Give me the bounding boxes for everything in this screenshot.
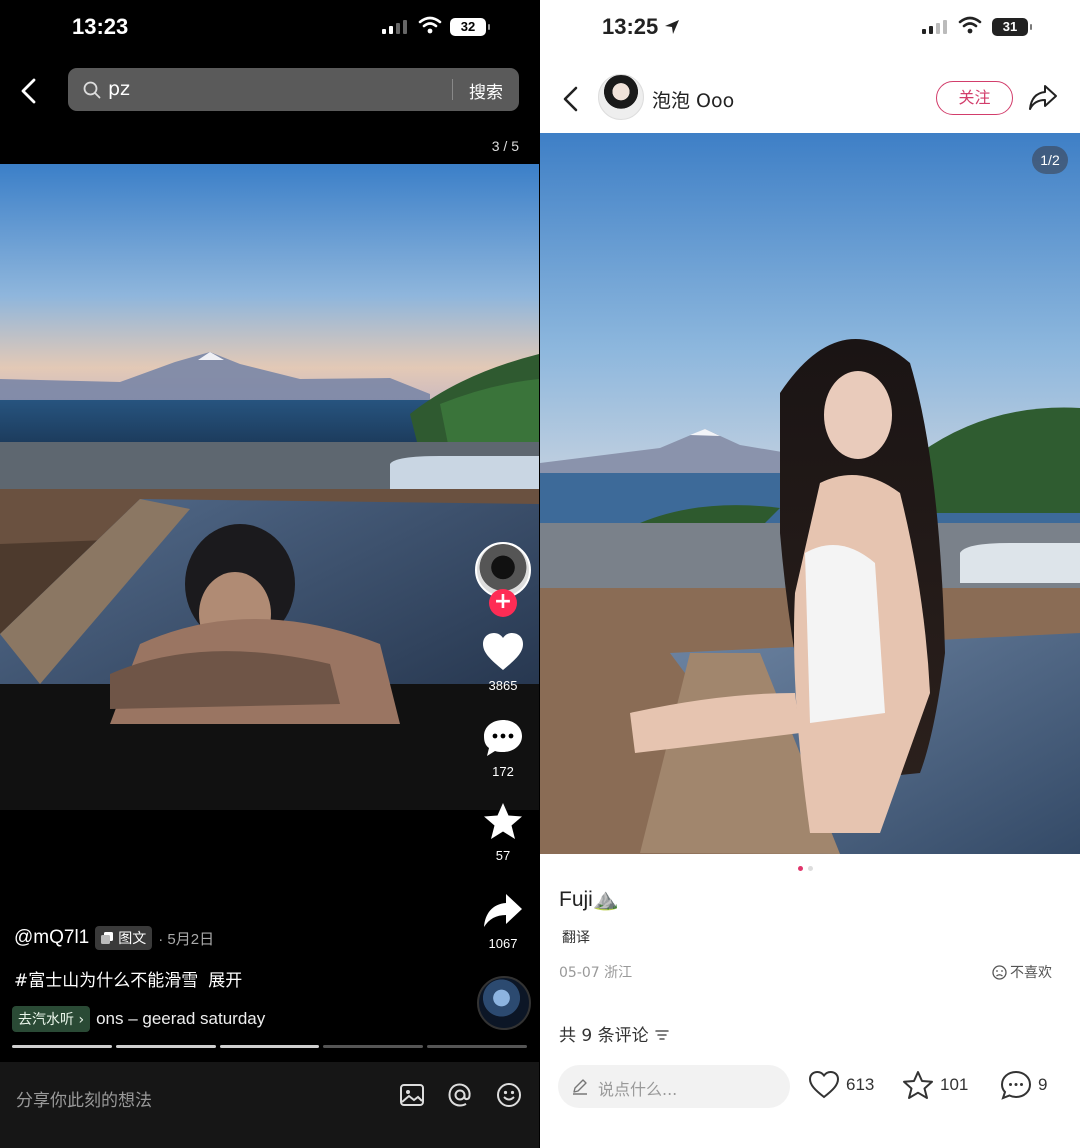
progress-segment <box>12 1045 112 1048</box>
post-author-row: @mQ7l1 图文 · 5月2日 <box>14 926 214 950</box>
music-row[interactable]: 去汽水听 › ons – geerad saturday <box>12 1006 265 1032</box>
image-post-icon <box>101 932 114 944</box>
status-time: 13:25 <box>602 14 659 39</box>
at-icon[interactable] <box>447 1082 473 1108</box>
right-screen: 13:25 31 泡泡 Ooo 关注 1/2 Fuji⛰️ 翻译 05-07 浙… <box>540 0 1080 1148</box>
progress-segment <box>115 1045 216 1048</box>
status-time: 13:23 <box>72 14 129 39</box>
image-pager <box>798 866 813 871</box>
favorite-action[interactable]: 101 <box>902 1070 968 1100</box>
star-icon <box>903 1071 933 1099</box>
music-app-chip[interactable]: 去汽水听 › <box>12 1006 91 1032</box>
translate-link[interactable]: 翻译 <box>562 927 590 947</box>
back-arrow-icon[interactable] <box>16 76 42 106</box>
location-arrow-icon <box>665 20 679 34</box>
battery-icon: 31 <box>992 18 1032 36</box>
image-progress <box>12 1045 527 1048</box>
status-bar: 13:23 32 <box>0 0 539 56</box>
search-icon <box>83 81 101 99</box>
battery-icon: 32 <box>450 18 490 36</box>
music-title: ons – geerad saturday <box>96 1009 266 1028</box>
comment-count-label: 共 9 条评论 <box>559 1026 649 1046</box>
post-type-badge: 图文 <box>95 926 153 950</box>
dislike-button[interactable]: 不喜欢 <box>992 962 1052 982</box>
filter-icon <box>655 1030 669 1040</box>
comment-placeholder: 说点什么... <box>598 1080 678 1099</box>
image-counter: 1/2 <box>1032 146 1068 174</box>
share-icon[interactable] <box>1028 84 1058 112</box>
progress-segment <box>427 1045 527 1048</box>
favorite-count: 101 <box>940 1075 969 1094</box>
post-photo[interactable] <box>0 164 539 810</box>
search-button[interactable]: 搜索 <box>469 78 503 103</box>
comment-input[interactable]: 说点什么... <box>558 1065 790 1108</box>
hashtag[interactable]: #富士山为什么不能滑雪 <box>14 971 198 991</box>
post-title: Fuji⛰️ <box>559 888 619 911</box>
wifi-icon <box>958 16 982 34</box>
like-count: 3865 <box>488 678 518 693</box>
sad-face-icon <box>992 964 1007 980</box>
post-photo[interactable] <box>540 133 1080 854</box>
like-action[interactable]: 613 <box>808 1070 874 1099</box>
expand-link[interactable]: 展开 <box>208 971 242 991</box>
heart-icon <box>483 633 523 670</box>
image-icon[interactable] <box>399 1082 425 1108</box>
post-meta: 05-07 浙江 <box>559 965 633 981</box>
comment-count: 172 <box>492 764 514 779</box>
pencil-icon <box>573 1079 587 1095</box>
signal-icon <box>382 20 407 34</box>
post-description: #富士山为什么不能滑雪 展开 <box>14 966 242 991</box>
comment-bar: 分享你此刻的想法 <box>0 1062 539 1148</box>
author-avatar[interactable] <box>598 74 644 120</box>
comment-input[interactable]: 分享你此刻的想法 <box>16 1086 152 1111</box>
share-count: 1067 <box>488 936 518 951</box>
favorite-count: 57 <box>495 848 511 863</box>
comment-icon <box>484 720 522 756</box>
post-type-label: 图文 <box>118 930 147 946</box>
search-input[interactable]: pz 搜索 <box>68 68 519 111</box>
status-bar: 13:25 31 <box>540 0 1080 56</box>
image-counter: 3 / 5 <box>491 138 519 154</box>
author-name[interactable]: 泡泡 Ooo <box>652 86 734 113</box>
wifi-icon <box>418 16 442 34</box>
dislike-label: 不喜欢 <box>1010 965 1052 981</box>
left-screen: 13:23 32 pz 搜索 3 / 5 + 3865 172 57 1067 … <box>0 0 539 1148</box>
comment-action[interactable]: 9 <box>1000 1070 1047 1100</box>
heart-icon <box>808 1070 840 1099</box>
emoji-icon[interactable] <box>496 1082 522 1108</box>
comment-action[interactable]: 172 <box>475 718 531 779</box>
divider <box>452 79 453 100</box>
author-handle[interactable]: @mQ7l1 <box>14 927 89 949</box>
comment-count-header[interactable]: 共 9 条评论 <box>559 1021 670 1046</box>
comment-icon <box>1000 1070 1032 1100</box>
comment-count: 9 <box>1038 1075 1048 1094</box>
star-icon <box>484 803 522 839</box>
follow-plus-button[interactable]: + <box>489 589 517 617</box>
pager-dot <box>798 866 803 871</box>
progress-segment <box>323 1045 424 1048</box>
signal-icon <box>922 20 947 34</box>
share-icon <box>484 894 522 927</box>
pager-dot <box>808 866 813 871</box>
progress-segment <box>219 1045 320 1048</box>
like-action[interactable]: 3865 <box>475 632 531 693</box>
back-arrow-icon[interactable] <box>560 84 582 114</box>
music-disc[interactable] <box>477 976 531 1030</box>
follow-button[interactable]: 关注 <box>936 81 1013 115</box>
like-count: 613 <box>846 1074 875 1094</box>
favorite-action[interactable]: 57 <box>475 802 531 863</box>
post-date: · 5月2日 <box>158 930 215 948</box>
search-query: pz <box>108 78 131 100</box>
share-action[interactable]: 1067 <box>475 892 531 951</box>
